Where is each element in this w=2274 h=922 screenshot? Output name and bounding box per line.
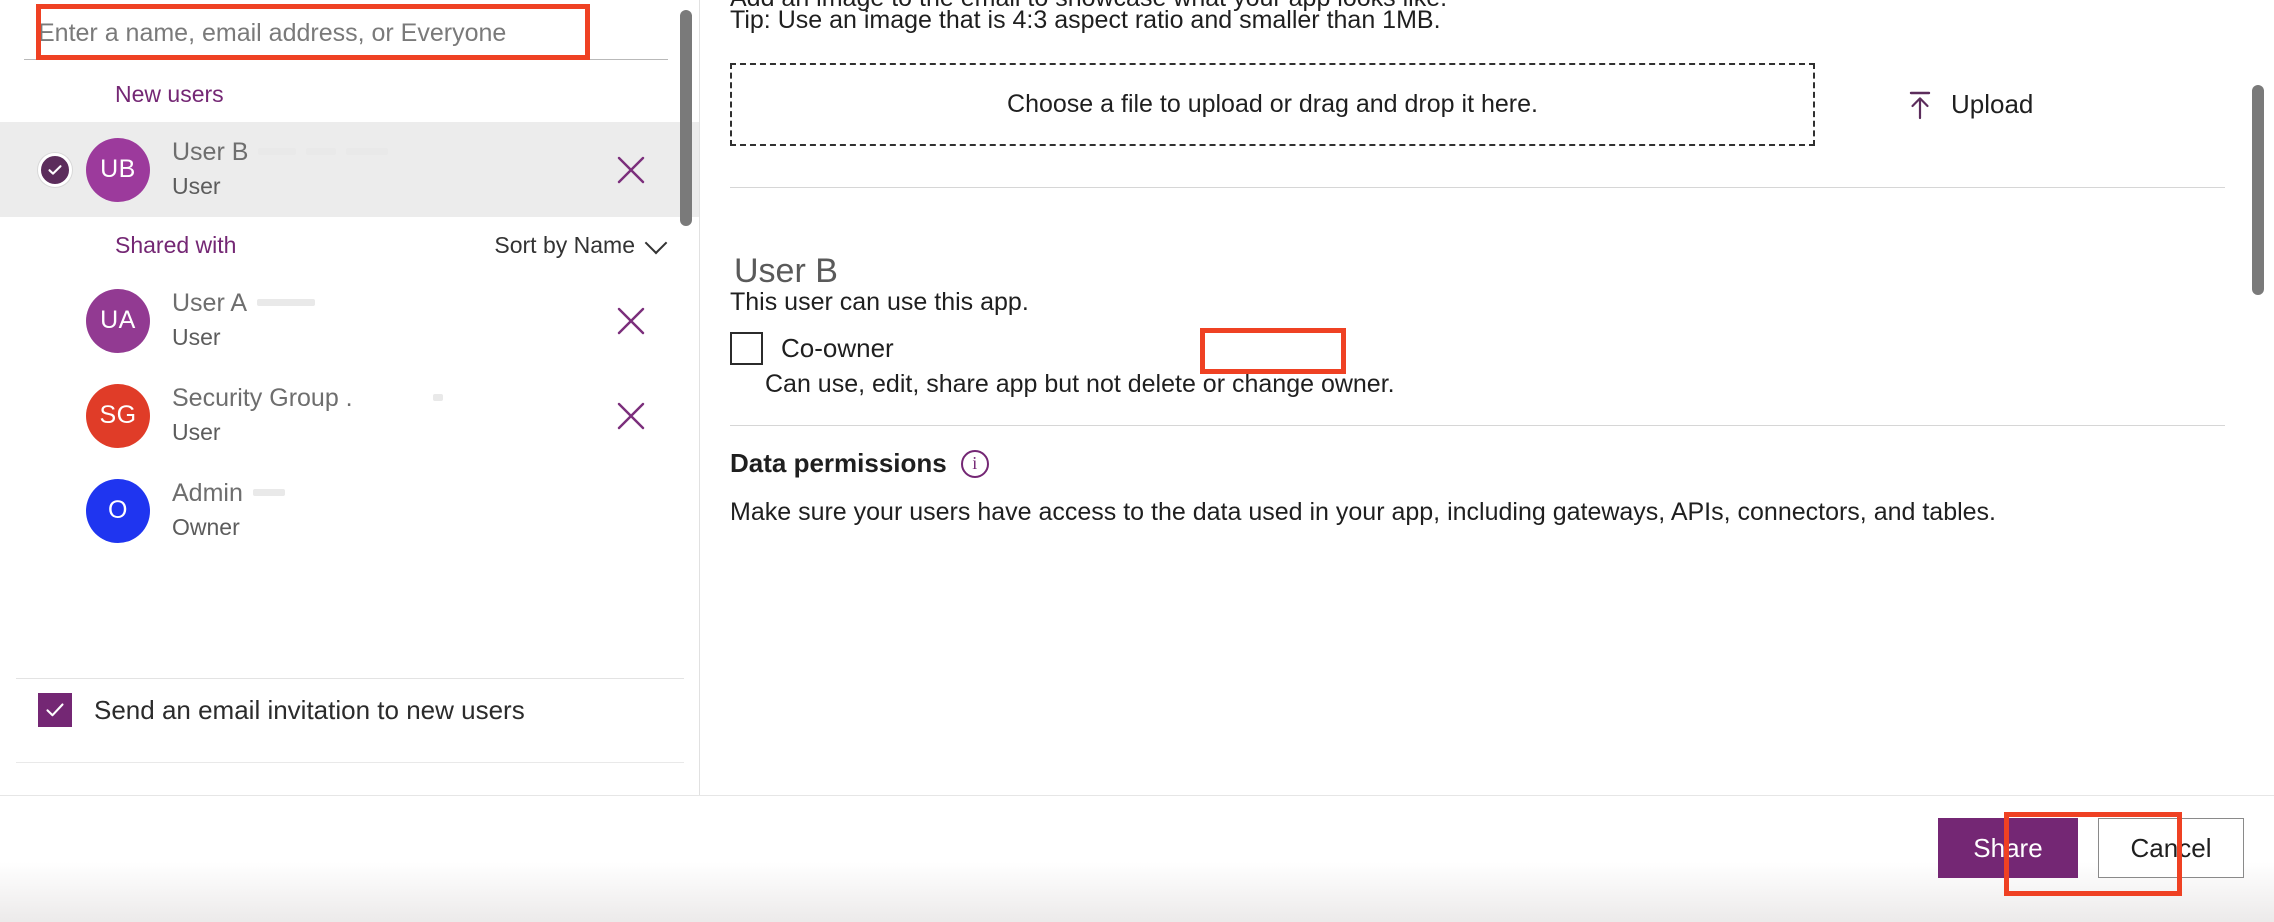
coowner-label: Co-owner <box>781 333 894 363</box>
new-users-section-header: New users <box>0 66 699 122</box>
user-role: User <box>172 324 221 351</box>
share-button[interactable]: Share <box>1938 818 2078 878</box>
list-item-user-a[interactable]: UA User A User <box>0 273 699 368</box>
upload-button-label: Upload <box>1951 89 2034 119</box>
redacted-email <box>306 147 337 155</box>
user-name: User A <box>172 288 248 317</box>
data-permissions-title: Data permissions <box>730 448 947 478</box>
redacted-email <box>346 147 389 155</box>
redacted-email <box>258 147 297 155</box>
left-panel-bottom-divider <box>16 762 684 763</box>
email-invitation-checkbox[interactable]: Send an email invitation to new users <box>38 693 525 727</box>
cancel-button[interactable]: Cancel <box>2098 818 2244 878</box>
user-name: User B <box>172 137 249 166</box>
info-icon[interactable]: i <box>960 449 989 478</box>
check-icon <box>38 693 72 727</box>
chevron-down-icon <box>647 233 665 251</box>
remove-user-placeholder <box>609 489 653 533</box>
search-input[interactable] <box>24 8 668 60</box>
redacted-email <box>252 488 285 496</box>
user-role: User <box>172 419 221 446</box>
list-item-user-b[interactable]: UB User B User <box>0 122 699 217</box>
footer-gradient <box>0 862 2274 922</box>
sort-by-dropdown[interactable]: Sort by Name <box>494 232 665 259</box>
file-dropzone[interactable]: Choose a file to upload or drag and drop… <box>730 63 1815 146</box>
people-picker-panel: New users UB User B <box>0 0 700 795</box>
avatar: O <box>86 478 150 543</box>
remove-user-button[interactable] <box>609 299 653 343</box>
user-meta: Security Group . User <box>172 383 609 448</box>
dialog-footer: Share Cancel <box>0 795 2274 922</box>
new-users-section-title: New users <box>115 80 224 107</box>
selected-user-permission-text: This user can use this app. <box>730 288 1029 316</box>
remove-user-button[interactable] <box>609 394 653 438</box>
shared-with-section-header: Shared with Sort by Name <box>0 217 699 273</box>
close-icon <box>617 156 645 183</box>
selected-user-title: User B <box>734 252 838 290</box>
check-icon <box>38 152 72 187</box>
user-name-row: User B <box>172 137 609 168</box>
footer-actions: Share Cancel <box>1938 818 2244 878</box>
people-list: New users UB User B User Shared with Sor… <box>0 66 699 678</box>
shared-with-section-title: Shared with <box>115 231 237 258</box>
list-item-admin-owner[interactable]: O Admin Owner <box>0 463 699 558</box>
checkbox-unchecked-icon <box>730 332 763 365</box>
user-name-row: Admin <box>172 478 609 509</box>
share-settings-panel: Add an image to the email to showcase wh… <box>700 0 2274 795</box>
upload-button[interactable]: Upload <box>1901 83 2037 127</box>
section-divider-top <box>730 187 2225 188</box>
redacted-email <box>257 298 316 306</box>
data-permissions-header: Data permissions i <box>730 448 989 479</box>
close-icon <box>617 307 645 334</box>
sort-by-label: Sort by Name <box>494 231 635 258</box>
coowner-checkbox[interactable]: Co-owner <box>730 332 894 365</box>
data-permissions-description: Make sure your users have access to the … <box>730 498 1997 526</box>
right-panel-scrollbar[interactable] <box>2252 85 2264 295</box>
user-role: User <box>172 173 221 200</box>
upload-icon <box>1905 89 1935 121</box>
redacted-email <box>432 393 443 401</box>
user-meta: User B User <box>172 137 609 202</box>
email-invitation-label: Send an email invitation to new users <box>94 694 525 725</box>
image-tip-text: Tip: Use an image that is 4:3 aspect rat… <box>730 6 1441 34</box>
upload-row: Choose a file to upload or drag and drop… <box>730 63 2230 146</box>
list-item-security-group[interactable]: SG Security Group . User <box>0 368 699 463</box>
user-name: Security Group . <box>172 383 353 412</box>
user-role: Owner <box>172 514 240 541</box>
avatar: UB <box>86 137 150 202</box>
user-meta: User A User <box>172 288 609 353</box>
left-panel-divider <box>16 678 684 679</box>
user-name: Admin <box>172 478 243 507</box>
user-name-row: Security Group . <box>172 383 609 414</box>
left-panel-scrollbar[interactable] <box>680 10 692 226</box>
dialog-body: New users UB User B <box>0 0 2274 795</box>
remove-user-button[interactable] <box>609 148 653 192</box>
selection-indicator[interactable] <box>24 152 86 187</box>
user-name-row: User A <box>172 288 609 319</box>
coowner-description: Can use, edit, share app but not delete … <box>765 370 1395 398</box>
user-meta: Admin Owner <box>172 478 609 543</box>
share-app-dialog: New users UB User B <box>0 0 2274 922</box>
section-divider-bottom <box>730 425 2225 426</box>
search-field-wrapper <box>24 8 668 60</box>
close-icon <box>617 402 645 429</box>
avatar: UA <box>86 288 150 353</box>
avatar: SG <box>86 383 150 448</box>
